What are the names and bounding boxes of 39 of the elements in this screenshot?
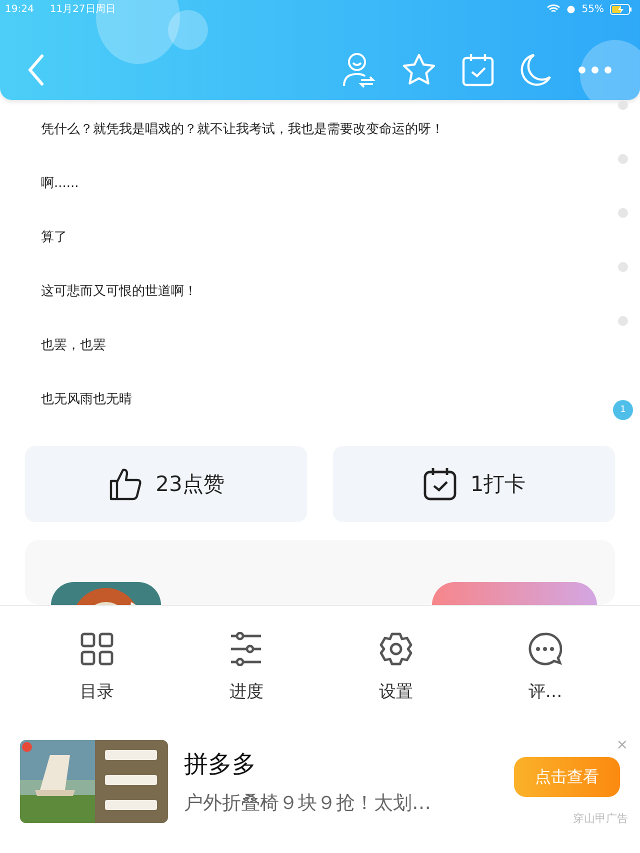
status-time: 19:24 xyxy=(5,4,34,14)
story-paragraph: 这可悲而又可恨的世道啊！ xyxy=(41,283,197,300)
toc-menu-item[interactable]: 目录 xyxy=(46,632,147,703)
sliders-icon xyxy=(229,632,264,666)
calendar-check-icon xyxy=(422,466,458,502)
comments-menu-item[interactable]: 评… xyxy=(495,632,596,703)
ad-description: 户外折叠椅９块９抢！太划… xyxy=(184,790,432,816)
more-icon[interactable] xyxy=(578,65,612,75)
grid-icon xyxy=(80,632,114,666)
ad-title: 拼多多 xyxy=(184,748,257,780)
battery-percent: 55% xyxy=(582,4,604,14)
back-icon[interactable] xyxy=(26,54,46,86)
thumbs-up-icon xyxy=(108,466,144,502)
ad-source: 穿山甲广告 xyxy=(573,811,628,826)
progress-menu-item[interactable]: 进度 xyxy=(196,632,296,703)
story-paragraph: 啊...... xyxy=(41,175,79,192)
story-paragraph: 也无风雨也无晴 xyxy=(41,391,132,408)
battery-icon xyxy=(610,4,632,14)
comment-marker[interactable] xyxy=(618,154,628,164)
settings-icon xyxy=(378,632,413,666)
story-paragraph: 凭什么？就凭我是唱戏的？就不让我考试，我也是需要改变命运的呀！ xyxy=(41,121,444,138)
chat-bubble-icon xyxy=(528,632,562,666)
star-icon[interactable] xyxy=(402,53,436,87)
calendar-check-icon[interactable] xyxy=(462,53,494,87)
story-paragraph: 算了 xyxy=(41,229,67,246)
moon-icon[interactable] xyxy=(520,53,552,87)
settings-menu-item[interactable]: 设置 xyxy=(346,632,446,703)
member-button[interactable] xyxy=(432,582,597,605)
story-paragraph: 也罢，也罢 xyxy=(41,337,106,354)
like-button[interactable]: 23点赞 xyxy=(25,446,307,522)
user-switch-icon[interactable] xyxy=(342,52,376,88)
status-date: 11月27日周日 xyxy=(50,3,116,16)
comment-marker[interactable] xyxy=(618,262,628,272)
wifi-icon xyxy=(546,4,560,14)
check-in-button[interactable]: 1打卡 xyxy=(333,446,615,522)
comment-marker[interactable] xyxy=(618,100,628,110)
comment-marker[interactable] xyxy=(618,316,628,326)
comment-marker[interactable] xyxy=(618,208,628,218)
decor-bubble xyxy=(580,40,640,100)
